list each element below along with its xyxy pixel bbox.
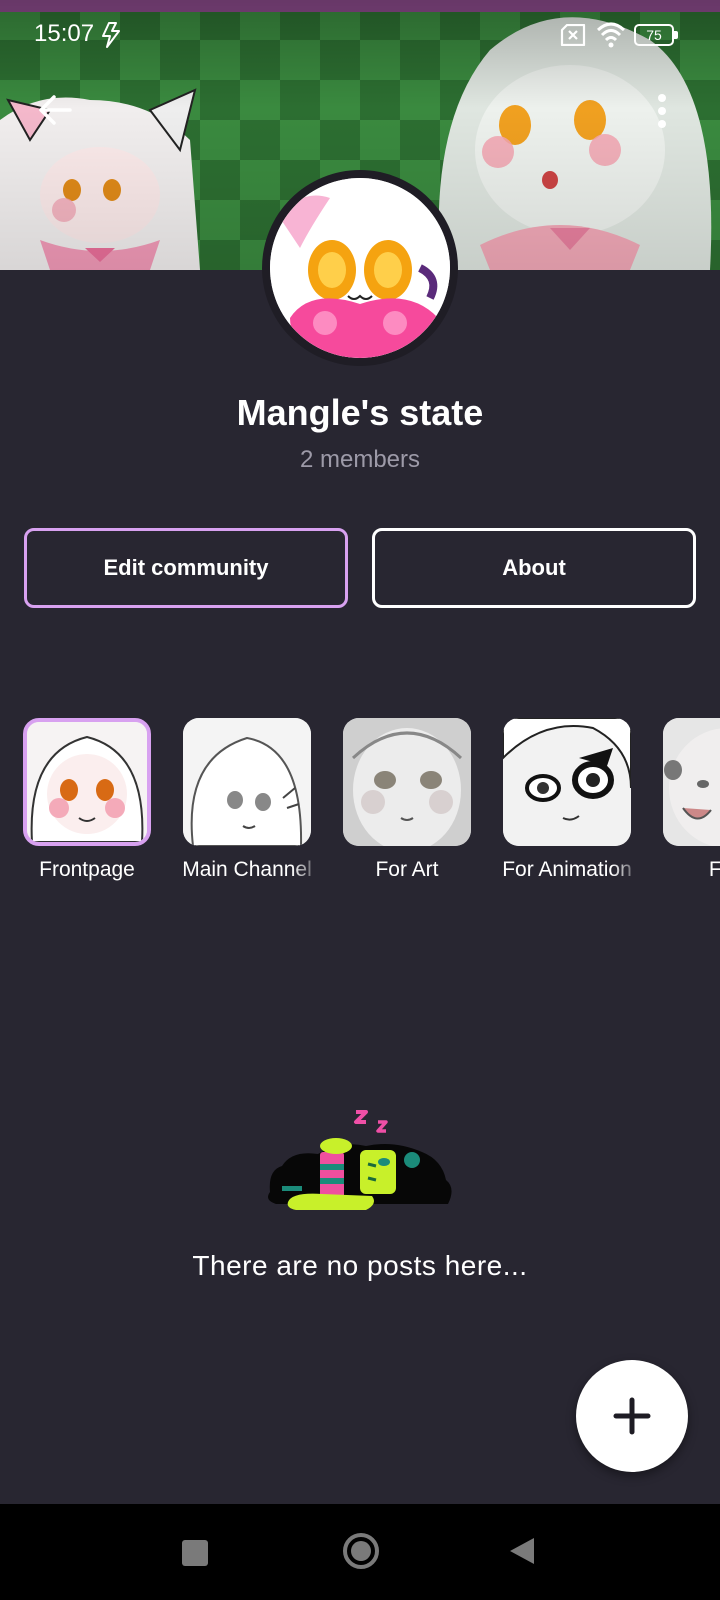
about-button[interactable]: About: [372, 528, 696, 608]
sleeping-mascot-illustration: [268, 1110, 452, 1210]
channel-image: [503, 718, 631, 846]
channel-fun[interactable]: Fun: [652, 718, 720, 888]
no-sim-icon: [560, 24, 586, 46]
wifi-icon: [596, 22, 626, 48]
channel-for-animation[interactable]: For Animation: [492, 718, 642, 888]
channel-frontpage[interactable]: Frontpage: [12, 718, 162, 888]
channel-label: Frontpage: [39, 858, 135, 881]
battery-level: 75: [646, 27, 662, 43]
channel-label: Fun: [708, 858, 720, 881]
community-name: Mangle's state: [236, 392, 484, 433]
channel-label: For Animation: [502, 858, 632, 881]
battery-icon: 75: [634, 24, 678, 46]
status-time: 15:07: [34, 20, 95, 47]
recent-apps-icon[interactable]: [182, 1540, 208, 1566]
edit-community-button[interactable]: Edit community: [24, 528, 348, 608]
create-post-button[interactable]: [576, 1360, 688, 1472]
channel-image: [27, 722, 147, 842]
plus-icon: [613, 1397, 651, 1435]
channel-list: Frontpage Main Channel For Art For Anima…: [0, 718, 720, 888]
arrow-left-icon[interactable]: [34, 88, 78, 132]
channel-label: Main Channel: [182, 858, 312, 881]
channel-image: [343, 718, 471, 846]
empty-state-message: There are no posts here...: [192, 1250, 528, 1281]
community-avatar[interactable]: [270, 178, 450, 358]
channel-main[interactable]: Main Channel: [172, 718, 322, 888]
home-icon[interactable]: [342, 1532, 380, 1570]
channel-for-art[interactable]: For Art: [332, 718, 482, 888]
battery-nub: [674, 31, 678, 39]
system-nav-bar: [0, 1504, 720, 1600]
channel-thumbnail: [503, 718, 631, 846]
more-vertical-icon[interactable]: [650, 90, 674, 134]
avatar-image: [270, 178, 450, 358]
channel-image: [663, 718, 720, 846]
charging-bolt-icon: [102, 22, 120, 48]
back-triangle-icon[interactable]: [508, 1536, 536, 1566]
channel-thumbnail: [343, 718, 471, 846]
channel-thumbnail: [663, 718, 720, 846]
channel-image: [183, 718, 311, 846]
channel-label: For Art: [375, 858, 439, 881]
member-count[interactable]: 2 members: [0, 446, 720, 474]
channel-thumbnail: [183, 718, 311, 846]
channel-thumbnail: [23, 718, 151, 846]
status-bar: 15:07 75: [0, 16, 720, 56]
